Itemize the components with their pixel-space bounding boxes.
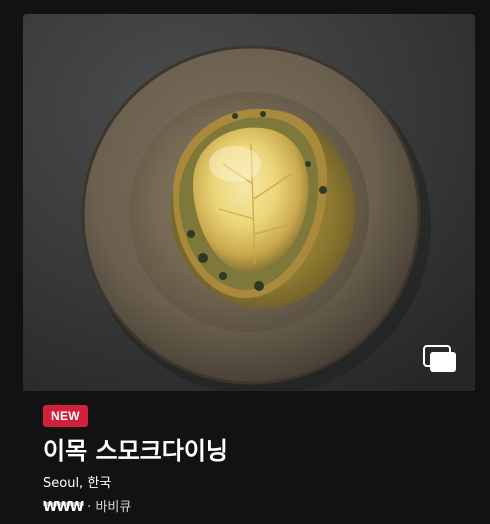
- restaurant-name[interactable]: 이목 스모크다이닝: [43, 434, 228, 468]
- photo-gallery-icon[interactable]: [423, 345, 457, 373]
- restaurant-photo[interactable]: [23, 14, 475, 391]
- new-badge: NEW: [43, 405, 88, 427]
- price-level: ₩₩₩: [43, 500, 84, 515]
- restaurant-location: Seoul, 한국: [43, 476, 112, 491]
- restaurant-card[interactable]: NEW 이목 스모크다이닝 Seoul, 한국 ₩₩₩ · 바비큐: [23, 14, 475, 524]
- restaurant-meta: ₩₩₩ · 바비큐: [43, 499, 131, 517]
- meta-separator: ·: [83, 500, 96, 515]
- dish-image: [23, 14, 475, 391]
- cuisine-type: 바비큐: [95, 500, 132, 515]
